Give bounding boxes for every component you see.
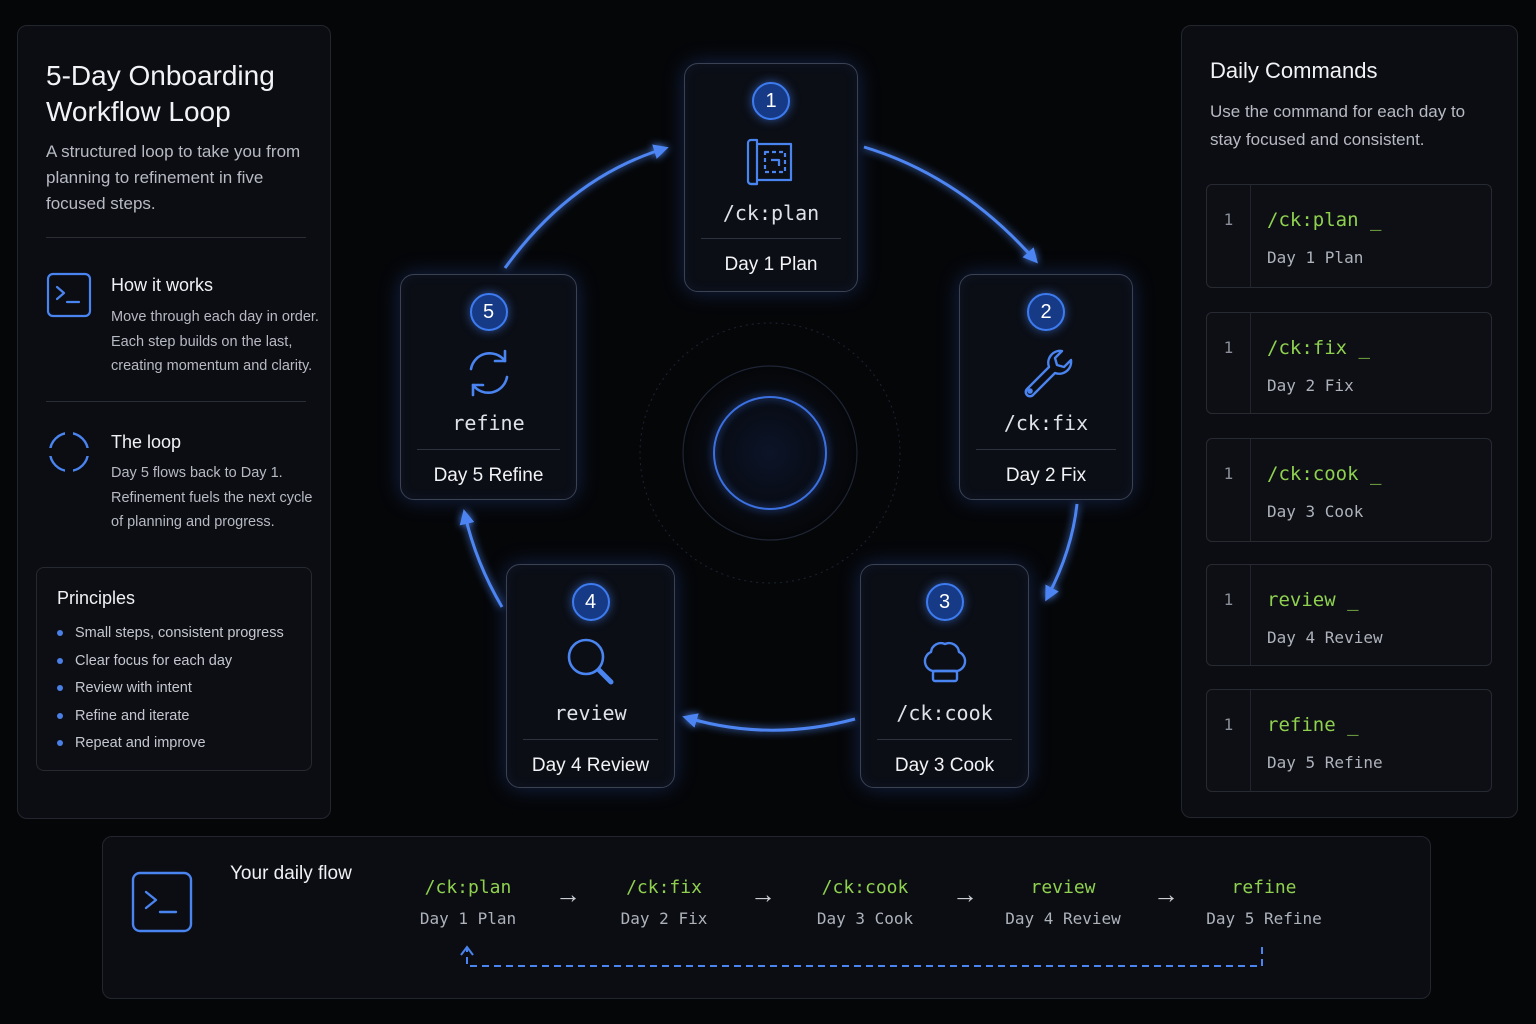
arrow-5-to-1	[503, 144, 669, 269]
line-number: 1	[1207, 185, 1251, 287]
command-text: /ck:cook _	[1267, 463, 1382, 485]
divider	[877, 739, 1012, 740]
step-command: review	[554, 701, 627, 725]
command-label: Day 5 Refine	[1267, 753, 1383, 772]
step-label: Day 3 Cook	[894, 755, 995, 776]
step-command: /ck:cook	[896, 701, 993, 725]
chef-hat-icon	[917, 635, 973, 691]
divider	[976, 449, 1116, 450]
loop-back-arrow	[460, 945, 1263, 967]
step-card-day-5[interactable]: 5 refine Day 5 Refine	[400, 274, 577, 500]
line-number: 1	[1207, 313, 1251, 413]
command-card-day-3[interactable]: 1 /ck:cook _ Day 3 Cook	[1206, 438, 1492, 542]
line-number: 1	[1207, 565, 1251, 665]
step-label: Day 4 Review	[531, 755, 650, 776]
divider	[701, 238, 841, 239]
command-card-day-2[interactable]: 1 /ck:fix _ Day 2 Fix	[1206, 312, 1492, 414]
line-number: 1	[1207, 439, 1251, 541]
step-command: refine	[452, 411, 525, 435]
daily-commands-subtitle: Use the command for each day to stay foc…	[1210, 102, 1466, 149]
arrow-4-to-5	[459, 509, 504, 608]
command-text: review _	[1267, 589, 1359, 611]
wrench-icon	[1018, 345, 1074, 401]
command-label: Day 4 Review	[1267, 628, 1383, 647]
command-card-day-4[interactable]: 1 review _ Day 4 Review	[1206, 564, 1492, 666]
arrow-1-to-2	[863, 145, 1038, 264]
step-label: Day 5 Refine	[433, 465, 544, 486]
command-text: refine _	[1267, 714, 1359, 736]
arrow-3-to-4	[682, 713, 856, 732]
blueprint-icon	[743, 134, 799, 190]
command-label: Day 1 Plan	[1267, 248, 1364, 267]
step-number-badge: 5	[469, 293, 508, 331]
command-text: /ck:plan _	[1267, 209, 1382, 231]
step-label: Day 2 Fix	[1005, 465, 1087, 486]
step-command: /ck:fix	[1003, 411, 1089, 435]
divider	[523, 739, 658, 740]
command-label: Day 2 Fix	[1267, 376, 1354, 395]
command-text: /ck:fix _	[1267, 337, 1370, 359]
daily-commands-title: Daily Commands	[1210, 58, 1378, 83]
command-card-day-5[interactable]: 1 refine _ Day 5 Refine	[1206, 689, 1492, 792]
step-label: Day 1 Plan	[724, 254, 818, 275]
daily-commands-panel: Daily Commands Use the command for each …	[1181, 25, 1518, 818]
step-number-badge: 2	[1027, 293, 1065, 331]
step-card-day-1[interactable]: 1 /ck:plan Day 1 Plan	[684, 63, 858, 292]
step-number-badge: 4	[571, 583, 610, 621]
arrow-2-to-3	[1045, 503, 1079, 602]
center-ring	[639, 322, 901, 584]
step-card-day-3[interactable]: 3 /ck:cook Day 3 Cook	[860, 564, 1029, 788]
refresh-icon	[461, 345, 517, 401]
step-command: /ck:plan	[722, 201, 820, 225]
step-card-day-4[interactable]: 4 review Day 4 Review	[506, 564, 675, 788]
step-number-badge: 3	[925, 583, 964, 621]
step-number-badge: 1	[752, 82, 790, 120]
line-number: 1	[1207, 690, 1251, 791]
command-label: Day 3 Cook	[1267, 502, 1364, 521]
daily-flow-panel: Your daily flow /ck:plan Day 1 Plan → /c…	[102, 836, 1431, 999]
step-card-day-2[interactable]: 2 /ck:fix Day 2 Fix	[959, 274, 1133, 500]
magnifier-icon	[563, 635, 619, 691]
divider	[417, 449, 560, 450]
command-card-day-1[interactable]: 1 /ck:plan _ Day 1 Plan	[1206, 184, 1492, 288]
